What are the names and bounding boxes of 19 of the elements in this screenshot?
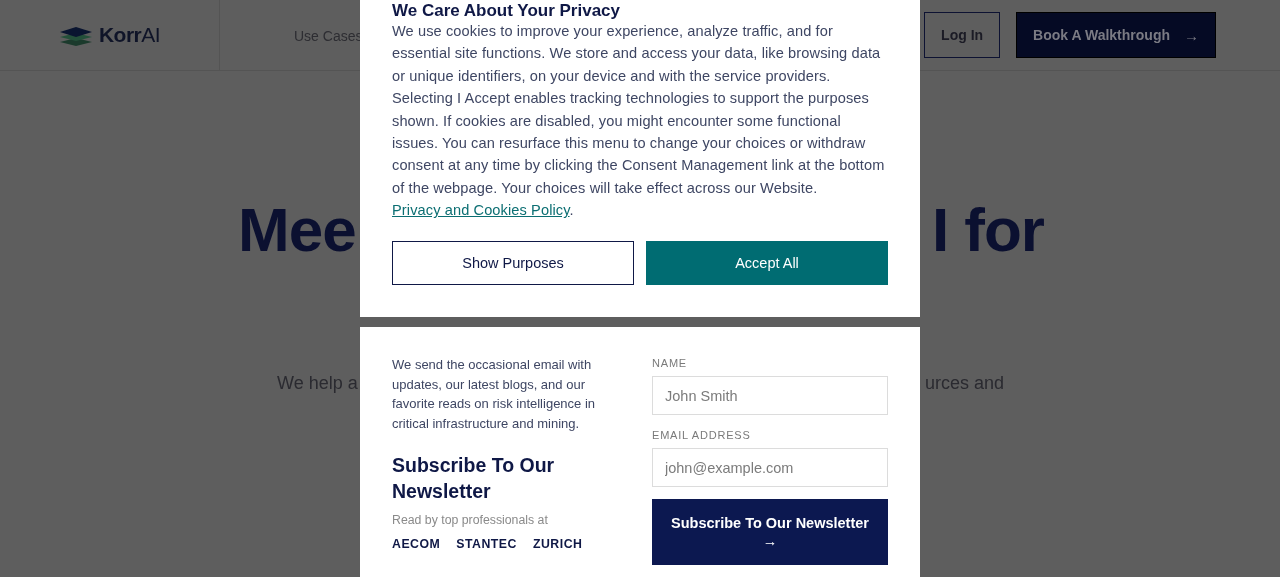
hero-title: Mee	[238, 193, 356, 265]
company-name: ZURICH	[532, 537, 583, 552]
field-label: EMAIL ADDRESS	[652, 429, 752, 441]
input-field[interactable]: john@example.com	[652, 448, 888, 487]
newsletter-intro: We send the occasional email with updates, our latest blogs, and our favorite reads on risk intelligence in critical infrastructure and mining.	[392, 356, 597, 433]
hero-title: I for	[931, 193, 1044, 265]
newsletter-heading: Subscribe To Our Newsletter	[392, 453, 556, 505]
subscribe-button[interactable]: Subscribe To Our Newsletter →	[652, 499, 888, 565]
walkthrough-button[interactable]: Book A Walkthrough →	[1016, 12, 1216, 58]
policy-link[interactable]: Privacy and Cookies Policy	[392, 202, 570, 219]
accept-button[interactable]: Accept All	[646, 240, 888, 285]
dialog-title: We Care About Your Privacy	[392, 1, 621, 20]
input-field[interactable]: John Smith	[652, 376, 888, 415]
field-label: NAME	[652, 357, 688, 369]
company-name: STANTEC	[456, 537, 517, 552]
consent-text: We use cookies to improve your experience, analyze traffic, and for essential site functions. We store and access your data, like browsing data or unique identifiers, on your device and with the service providers. Selecting I Accept enables tracking technologies to support the purposes shown. If cookies are disabled, you might encounter some functional issues. You can resurface this menu to change your choices or withdraw consent at any time by clicking the Consent Management link at the bottom of the webpage. Your choices will take effect across our Website. Privacy and Cookies Policy.	[392, 22, 886, 221]
company-name: AECOM	[392, 537, 441, 552]
purposes-button[interactable]: Show Purposes	[392, 240, 634, 285]
trusted-text: Read by top professionals at	[392, 513, 549, 528]
